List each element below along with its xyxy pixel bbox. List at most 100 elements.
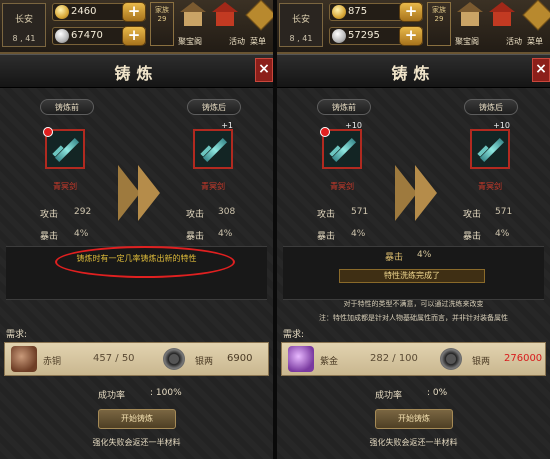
footer-note: 强化失败会返还一半材料: [369, 438, 458, 447]
close-button[interactable]: ×: [532, 58, 550, 82]
close-button[interactable]: ×: [255, 58, 273, 82]
treasure-pavilion-label[interactable]: 聚宝阁: [455, 36, 479, 47]
notification-dot: [320, 127, 330, 137]
attack-value-after: 571: [495, 207, 513, 217]
before-header: 铸炼前: [317, 99, 371, 115]
event-gate-icon[interactable]: [489, 2, 515, 28]
attack-label-after: 攻击: [186, 210, 205, 220]
menu-label[interactable]: 菜单: [250, 36, 266, 47]
trait-wash-bar: 特性洗练完成了: [339, 269, 485, 283]
silver-coin-icon: [55, 29, 69, 43]
money-value: 276000: [504, 353, 543, 364]
arrow-icon: [118, 165, 140, 221]
success-rate-value: : 100%: [150, 388, 182, 398]
forge-panel-before: 长安 8 , 41 2460 + 67470 + 家族 29 聚宝阁 活动 菜单…: [0, 0, 273, 459]
menu-icon[interactable]: [522, 0, 550, 31]
silver-coin-icon: [163, 348, 185, 370]
treasure-pavilion-icon[interactable]: [457, 2, 483, 28]
money-value: 6900: [227, 353, 253, 364]
menu-icon[interactable]: [245, 0, 273, 31]
gold-value: 2460: [71, 6, 97, 17]
material-row: 紫金 282 / 100 银两 276000: [281, 342, 546, 376]
family-flag-text: 家族 29: [432, 6, 446, 23]
result-crit-label: 暴击: [385, 253, 404, 263]
highlight-oval: [55, 246, 235, 278]
item-name-after: 青冥剑: [478, 182, 502, 191]
silver-coin-icon: [332, 29, 346, 43]
location-coords: 8 , 41: [289, 34, 313, 43]
arrow-icon: [415, 165, 437, 221]
success-rate-value: : 0%: [427, 388, 448, 398]
location-box[interactable]: 长安 8 , 41: [2, 3, 46, 47]
arrow-icon: [395, 165, 417, 221]
item-name-after: 青冥剑: [201, 182, 225, 191]
crit-value-before: 4%: [74, 229, 89, 239]
trait-note: 对于特性的类型不满意，可以通过洗练来改变: [343, 300, 484, 308]
start-forge-button[interactable]: 开始铸炼: [375, 409, 453, 429]
material-count: 282 / 100: [370, 353, 418, 364]
location-box[interactable]: 长安 8 , 41: [279, 3, 323, 47]
success-rate-label: 成功率: [375, 391, 403, 401]
item-name-before: 青冥剑: [53, 182, 77, 191]
item-slot-after[interactable]: +1: [193, 121, 233, 169]
top-bar: 长安 8 , 41 875 + 57295 + 家族 29 聚宝阁 活动 菜单: [277, 0, 550, 54]
add-gold-button[interactable]: +: [399, 2, 423, 22]
arrow-icon: [138, 165, 160, 221]
requirement-label: 需求:: [6, 330, 28, 340]
treasure-pavilion-label[interactable]: 聚宝阁: [178, 36, 202, 47]
add-silver-button[interactable]: +: [399, 26, 423, 46]
level-badge: +1: [221, 121, 233, 130]
level-badge: +10: [345, 121, 362, 130]
event-label[interactable]: 活动: [506, 36, 522, 47]
material-row: 赤铜 457 / 50 银两 6900: [4, 342, 269, 376]
crit-value-after: 4%: [218, 229, 233, 239]
silver-coin-icon: [440, 348, 462, 370]
family-flag[interactable]: 家族 29: [150, 2, 174, 46]
forge-panel-after: 长安 8 , 41 875 + 57295 + 家族 29 聚宝阁 活动 菜单 …: [277, 0, 550, 459]
family-flag-text: 家族 29: [155, 6, 169, 23]
copper-ore-icon[interactable]: [11, 346, 37, 372]
material-name: 紫金: [320, 357, 339, 367]
page-title: 铸炼: [391, 64, 436, 83]
material-name: 赤铜: [43, 357, 62, 367]
attack-label-before: 攻击: [317, 210, 336, 220]
event-label[interactable]: 活动: [229, 36, 245, 47]
gold-coin-icon: [55, 5, 69, 19]
location-name: 长安: [14, 15, 33, 25]
add-silver-button[interactable]: +: [122, 26, 146, 46]
material-count: 457 / 50: [93, 353, 135, 364]
item-slot-before[interactable]: +10: [320, 121, 362, 169]
silver-value: 57295: [348, 30, 380, 41]
trait-message: 特性洗练完成了: [384, 271, 440, 280]
event-gate-icon[interactable]: [212, 2, 238, 28]
location-name: 长安: [291, 15, 310, 25]
crit-label-before: 暴击: [40, 232, 59, 242]
item-slot-after[interactable]: +10: [470, 121, 510, 169]
trait-note-2: 注：特性加成都是针对人物基础属性而言，并非针对装备属性: [319, 314, 508, 322]
attack-value-before: 292: [74, 207, 92, 217]
gold-value: 875: [348, 6, 368, 17]
add-gold-button[interactable]: +: [122, 2, 146, 22]
purple-gold-ore-icon[interactable]: [288, 346, 314, 372]
item-slot-before[interactable]: [43, 127, 85, 169]
treasure-pavilion-icon[interactable]: [180, 2, 206, 28]
crit-value-before: 4%: [351, 229, 366, 239]
crit-label-before: 暴击: [317, 232, 336, 242]
crit-label-after: 暴击: [463, 232, 482, 242]
title-bar: 铸炼: [277, 54, 550, 88]
location-coords: 8 , 41: [12, 34, 36, 43]
gold-coin-icon: [332, 5, 346, 19]
before-header: 铸炼前: [40, 99, 94, 115]
menu-label[interactable]: 菜单: [527, 36, 543, 47]
silver-value: 67470: [71, 30, 103, 41]
crit-value-after: 4%: [495, 229, 510, 239]
crit-label-after: 暴击: [186, 232, 205, 242]
start-forge-button[interactable]: 开始铸炼: [98, 409, 176, 429]
success-rate-label: 成功率: [98, 391, 126, 401]
money-label: 银两: [195, 357, 214, 367]
money-label: 银两: [472, 357, 491, 367]
attack-label-before: 攻击: [40, 210, 59, 220]
title-bar: 铸炼: [0, 54, 273, 88]
notification-dot: [43, 127, 53, 137]
family-flag[interactable]: 家族 29: [427, 2, 451, 46]
